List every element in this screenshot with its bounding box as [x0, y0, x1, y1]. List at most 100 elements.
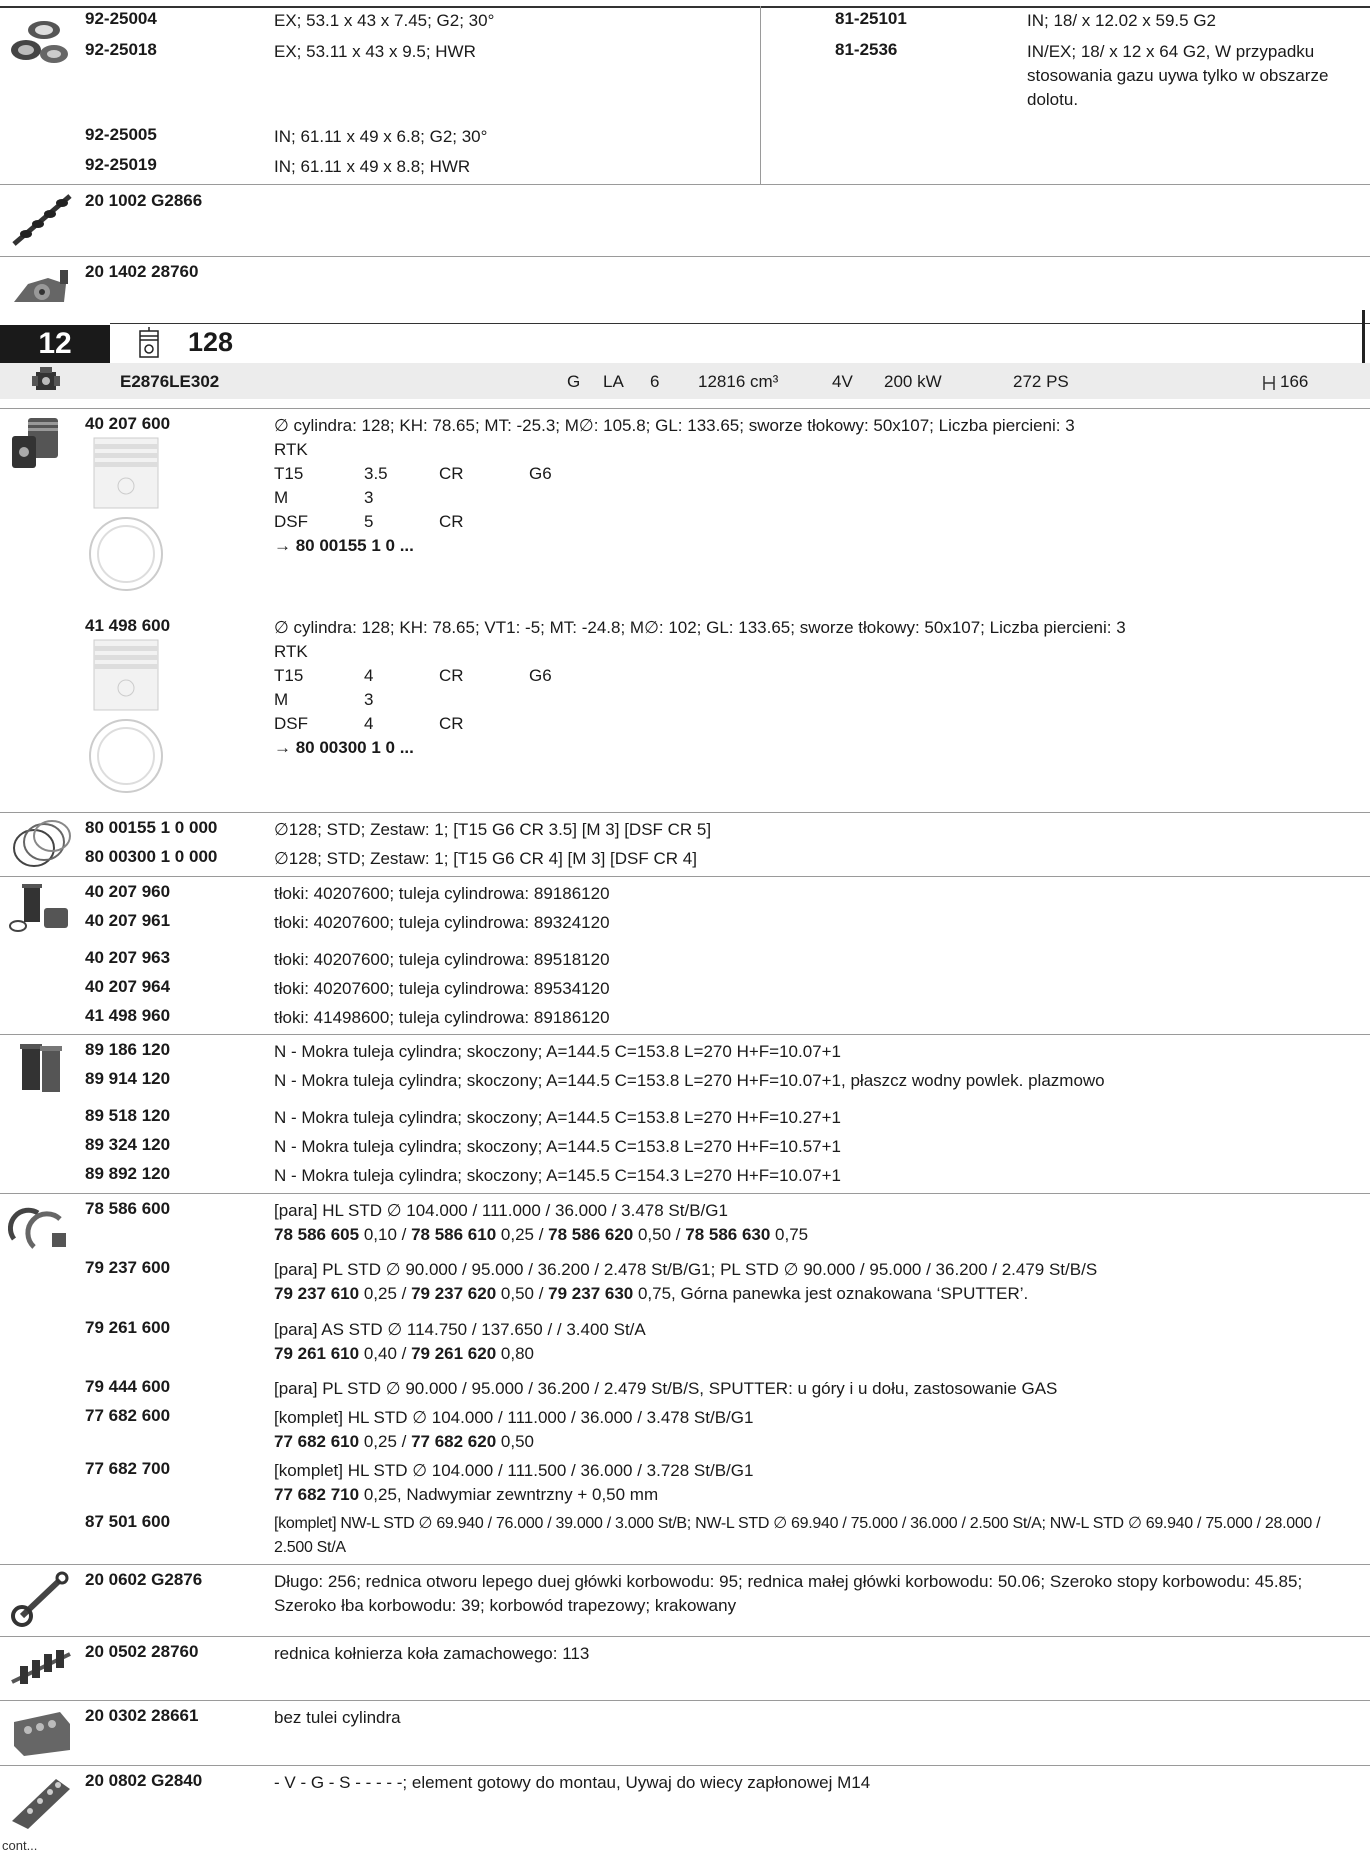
- spec-label: RTK: [274, 642, 308, 661]
- oversize-list: 79 261 610 0,40 / 79 261 620 0,80: [274, 1342, 1354, 1366]
- ring-cell: CR: [439, 714, 464, 733]
- part-description: tłoki: 40207600; tuleja cylindrowa: 8953…: [274, 979, 610, 998]
- part-description: Długo: 256; rednica otworu lepego duej g…: [274, 1572, 1303, 1615]
- ring-cell: 3: [364, 488, 374, 507]
- part-description: bez tulei cylindra: [274, 1708, 401, 1727]
- oversize-size: 0,25, Nadwymiar zewntrzny + 0,50 mm: [359, 1485, 659, 1504]
- cylinder-count: 6: [650, 372, 660, 391]
- piston-ring-icon: [8, 818, 74, 870]
- ring-cell: CR: [439, 512, 464, 531]
- engine-number: 12: [38, 327, 72, 360]
- ring-cell: T15: [274, 464, 304, 483]
- part-number: 79 444 600: [85, 1377, 171, 1396]
- part-number: 20 0802 G2840: [85, 1771, 203, 1790]
- engine-icon: [30, 366, 62, 396]
- ring-cell: T15: [274, 666, 304, 685]
- piston-drawing: [86, 436, 166, 596]
- ring-cell: 5: [364, 512, 374, 531]
- ring-cell: G6: [529, 464, 552, 483]
- part-description: rednica kołnierza koła zamachowego: 113: [274, 1644, 590, 1663]
- part-number: 40 207 961: [85, 911, 171, 930]
- oversize-pn: 79 237 620: [411, 1284, 497, 1303]
- oversize-size: 0,50 /: [633, 1225, 686, 1244]
- displacement: 12816 cm³: [698, 372, 779, 391]
- part-description: N - Mokra tuleja cylindra; skoczony; A=1…: [274, 1137, 842, 1156]
- oversize-list: 77 682 710 0,25, Nadwymiar zewntrzny + 0…: [274, 1483, 1354, 1507]
- oversize-size: 0,25 /: [496, 1225, 549, 1244]
- ring-cell: 3: [364, 690, 374, 709]
- part-description: [komplet] HL STD ∅ 104.000 / 111.500 / 3…: [274, 1459, 1354, 1507]
- bearing-spec: [komplet] NW-L STD ∅ 69.940 / 76.000 / 3…: [274, 1515, 1321, 1556]
- cylinder-liner-icon: [8, 1040, 74, 1096]
- connecting-rod-icon: [8, 1570, 74, 1628]
- part-number: 92-25004: [85, 9, 157, 28]
- row-divider: [0, 1193, 1370, 1194]
- part-number: 20 0602 G2876: [85, 1570, 203, 1589]
- ring-row: DSF 4 CR: [274, 712, 589, 736]
- piston-spec: RTK T15 4 CR G6 M3 DSF 4 CR → 80 00300 1 0 ..…: [274, 640, 589, 760]
- part-description: [para] PL STD ∅ 90.000 / 95.000 / 36.200…: [274, 1377, 1354, 1401]
- oversize-pn: 78 586 620: [548, 1225, 634, 1244]
- part-number: 40 207 963: [85, 948, 171, 967]
- crankshaft-icon: [8, 1642, 74, 1694]
- part-number: 87 501 600: [85, 1512, 171, 1531]
- part-description: tłoki: 40207600; tuleja cylindrowa: 8918…: [274, 884, 610, 903]
- ring-cell: DSF: [274, 714, 308, 733]
- part-description: ∅128; STD; Zestaw: 1; [T15 G6 CR 3.5] [M…: [274, 820, 712, 839]
- fuel-type: G: [567, 372, 581, 391]
- bearing-spec: [para] PL STD ∅ 90.000 / 95.000 / 36.200…: [274, 1379, 1058, 1398]
- aspiration: LA: [603, 372, 624, 391]
- cylinder-head-icon: [8, 1771, 74, 1831]
- row-divider: [0, 1636, 1370, 1637]
- oversize-size: 0,75: [770, 1225, 809, 1244]
- part-description: tłoki: 40207600; tuleja cylindrowa: 8932…: [274, 913, 610, 932]
- engine-code: E2876LE302: [120, 372, 220, 391]
- spec-label: RTK: [274, 440, 308, 459]
- oversize-pn: 78 586 630: [685, 1225, 771, 1244]
- oversize-size: 0,25 /: [359, 1432, 412, 1451]
- header-top-border: [110, 323, 1370, 324]
- row-divider: [0, 256, 1370, 257]
- part-number: 89 518 120: [85, 1106, 171, 1125]
- valve-seat-icon: [8, 14, 74, 69]
- ring-cell: 4: [364, 714, 374, 733]
- row-divider: [0, 1034, 1370, 1035]
- oversize-pn: 79 261 610: [274, 1344, 360, 1363]
- part-description: tłoki: 40207600; tuleja cylindrowa: 8951…: [274, 950, 610, 969]
- part-number: 78 586 600: [85, 1199, 171, 1218]
- oversize-pn: 77 682 710: [274, 1485, 360, 1504]
- ring-cell: G6: [529, 666, 552, 685]
- part-number: 92-25005: [85, 125, 157, 144]
- oversize-list: 78 586 605 0,10 / 78 586 610 0,25 / 78 5…: [274, 1223, 1354, 1247]
- oversize-pn: 78 586 610: [411, 1225, 497, 1244]
- bearing-spec: [komplet] HL STD ∅ 104.000 / 111.500 / 3…: [274, 1461, 754, 1480]
- stroke-icon: [1262, 375, 1276, 391]
- part-description: IN; 61.11 x 49 x 6.8; G2; 30°: [274, 127, 488, 146]
- part-number: 81-25101: [835, 9, 907, 28]
- part-number: 40 207 600: [85, 414, 171, 433]
- row-divider: [0, 184, 1370, 185]
- part-description: - V - G - S - - - - -; element gotowy do…: [274, 1773, 871, 1792]
- ring-cell: CR: [439, 464, 464, 483]
- part-number: 89 892 120: [85, 1164, 171, 1183]
- bore-value: 128: [188, 327, 234, 357]
- part-number: 20 1002 G2866: [85, 191, 203, 210]
- gear-housing-icon: [8, 262, 74, 310]
- oversize-pn: 79 237 610: [274, 1284, 360, 1303]
- part-description: [para] AS STD ∅ 114.750 / 137.650 / / 3.…: [274, 1318, 1354, 1366]
- bore-icon: [138, 327, 160, 359]
- oversize-size: 0,75, Górna panewka jest oznakowana ‘SPU…: [633, 1284, 1029, 1303]
- part-number: 41 498 600: [85, 616, 171, 635]
- engine-number-box: 12: [0, 325, 110, 363]
- oversize-pn: 79 237 630: [548, 1284, 634, 1303]
- part-number: 20 0302 28661: [85, 1706, 199, 1725]
- oversize-size: 0,50 /: [496, 1284, 549, 1303]
- part-description: [para] HL STD ∅ 104.000 / 111.000 / 36.0…: [274, 1199, 1354, 1247]
- row-divider: [0, 1564, 1370, 1565]
- part-number: 89 186 120: [85, 1040, 171, 1059]
- part-number: 20 1402 28760: [85, 262, 199, 281]
- part-description: [komplet] NW-L STD ∅ 69.940 / 76.000 / 3…: [274, 1512, 1354, 1560]
- camshaft-icon: [8, 190, 74, 250]
- part-number: 41 498 960: [85, 1006, 171, 1025]
- oversize-pn: 78 586 605: [274, 1225, 360, 1244]
